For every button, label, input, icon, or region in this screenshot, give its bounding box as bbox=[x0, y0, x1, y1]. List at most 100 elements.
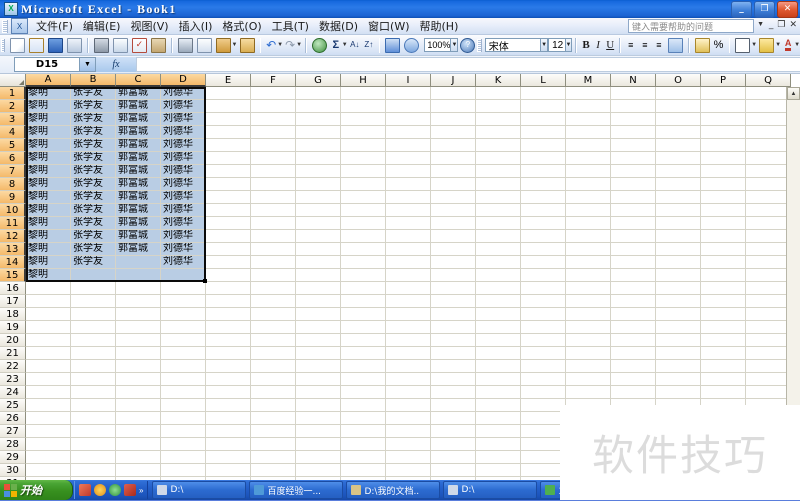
column-header-p[interactable]: P bbox=[701, 74, 746, 87]
cell-L2[interactable] bbox=[521, 100, 566, 113]
column-header-b[interactable]: B bbox=[71, 74, 116, 87]
column-header-k[interactable]: K bbox=[476, 74, 521, 87]
cell-F17[interactable] bbox=[251, 295, 296, 308]
cell-Q9[interactable] bbox=[746, 191, 791, 204]
cell-M22[interactable] bbox=[566, 360, 611, 373]
cell-G5[interactable] bbox=[296, 139, 341, 152]
cell-C21[interactable] bbox=[116, 347, 161, 360]
cell-J13[interactable] bbox=[431, 243, 476, 256]
cell-J24[interactable] bbox=[431, 386, 476, 399]
cell-D11[interactable]: 刘德华 bbox=[161, 217, 206, 230]
row-header-9[interactable]: 9 bbox=[0, 191, 26, 204]
insert-function-icon[interactable]: fx bbox=[96, 57, 136, 72]
cell-H1[interactable] bbox=[341, 87, 386, 100]
scroll-up-button[interactable]: ▲ bbox=[787, 87, 800, 100]
cell-C10[interactable]: 郭富城 bbox=[116, 204, 161, 217]
cell-H26[interactable] bbox=[341, 412, 386, 425]
cell-I19[interactable] bbox=[386, 321, 431, 334]
cell-A6[interactable]: 黎明 bbox=[26, 152, 71, 165]
media-player-icon[interactable] bbox=[94, 484, 106, 496]
cell-N12[interactable] bbox=[611, 230, 656, 243]
cell-N21[interactable] bbox=[611, 347, 656, 360]
cell-O19[interactable] bbox=[656, 321, 701, 334]
column-header-q[interactable]: Q bbox=[746, 74, 791, 87]
cell-D6[interactable]: 刘德华 bbox=[161, 152, 206, 165]
cell-E1[interactable] bbox=[206, 87, 251, 100]
cell-D29[interactable] bbox=[161, 451, 206, 464]
borders-icon[interactable] bbox=[734, 36, 751, 55]
cell-M13[interactable] bbox=[566, 243, 611, 256]
cell-B23[interactable] bbox=[71, 373, 116, 386]
cell-K4[interactable] bbox=[476, 126, 521, 139]
cell-M15[interactable] bbox=[566, 269, 611, 282]
cell-P13[interactable] bbox=[701, 243, 746, 256]
cell-E13[interactable] bbox=[206, 243, 251, 256]
cell-K10[interactable] bbox=[476, 204, 521, 217]
cell-L12[interactable] bbox=[521, 230, 566, 243]
cell-H20[interactable] bbox=[341, 334, 386, 347]
cell-E3[interactable] bbox=[206, 113, 251, 126]
cell-K27[interactable] bbox=[476, 425, 521, 438]
cell-A1[interactable]: 黎明 bbox=[26, 87, 71, 100]
cell-P23[interactable] bbox=[701, 373, 746, 386]
cell-E29[interactable] bbox=[206, 451, 251, 464]
standard-toolbar-gripper[interactable] bbox=[1, 38, 6, 52]
cell-H15[interactable] bbox=[341, 269, 386, 282]
cell-N2[interactable] bbox=[611, 100, 656, 113]
cell-F6[interactable] bbox=[251, 152, 296, 165]
cell-D20[interactable] bbox=[161, 334, 206, 347]
show-desktop-icon[interactable] bbox=[79, 484, 91, 496]
cell-K11[interactable] bbox=[476, 217, 521, 230]
cell-I27[interactable] bbox=[386, 425, 431, 438]
cell-G14[interactable] bbox=[296, 256, 341, 269]
cell-D12[interactable]: 刘德华 bbox=[161, 230, 206, 243]
cell-F2[interactable] bbox=[251, 100, 296, 113]
cell-I1[interactable] bbox=[386, 87, 431, 100]
cell-K30[interactable] bbox=[476, 464, 521, 477]
cell-N5[interactable] bbox=[611, 139, 656, 152]
cell-J20[interactable] bbox=[431, 334, 476, 347]
cell-A11[interactable]: 黎明 bbox=[26, 217, 71, 230]
cell-I18[interactable] bbox=[386, 308, 431, 321]
cell-K13[interactable] bbox=[476, 243, 521, 256]
cell-E17[interactable] bbox=[206, 295, 251, 308]
help-icon[interactable]: ? bbox=[459, 36, 476, 55]
cell-C16[interactable] bbox=[116, 282, 161, 295]
cell-G18[interactable] bbox=[296, 308, 341, 321]
cell-J28[interactable] bbox=[431, 438, 476, 451]
cell-D23[interactable] bbox=[161, 373, 206, 386]
cell-F25[interactable] bbox=[251, 399, 296, 412]
cell-D27[interactable] bbox=[161, 425, 206, 438]
cell-E15[interactable] bbox=[206, 269, 251, 282]
underline-button[interactable]: U bbox=[605, 37, 615, 53]
menu-item-insert[interactable]: 插入(I) bbox=[174, 17, 218, 35]
cell-F26[interactable] bbox=[251, 412, 296, 425]
cut-icon[interactable] bbox=[177, 36, 194, 55]
cell-P21[interactable] bbox=[701, 347, 746, 360]
menu-item-edit[interactable]: 编辑(E) bbox=[78, 17, 126, 35]
cell-C19[interactable] bbox=[116, 321, 161, 334]
cell-A5[interactable]: 黎明 bbox=[26, 139, 71, 152]
cell-P19[interactable] bbox=[701, 321, 746, 334]
cell-C2[interactable]: 郭富城 bbox=[116, 100, 161, 113]
cell-O7[interactable] bbox=[656, 165, 701, 178]
cell-F14[interactable] bbox=[251, 256, 296, 269]
cell-J18[interactable] bbox=[431, 308, 476, 321]
row-header-30[interactable]: 30 bbox=[0, 464, 26, 477]
cell-J17[interactable] bbox=[431, 295, 476, 308]
cell-B14[interactable]: 张学友 bbox=[71, 256, 116, 269]
cell-J3[interactable] bbox=[431, 113, 476, 126]
cell-E24[interactable] bbox=[206, 386, 251, 399]
cell-B30[interactable] bbox=[71, 464, 116, 477]
cell-J7[interactable] bbox=[431, 165, 476, 178]
column-header-f[interactable]: F bbox=[251, 74, 296, 87]
cell-K8[interactable] bbox=[476, 178, 521, 191]
cell-I30[interactable] bbox=[386, 464, 431, 477]
cell-I20[interactable] bbox=[386, 334, 431, 347]
cell-G26[interactable] bbox=[296, 412, 341, 425]
cell-I24[interactable] bbox=[386, 386, 431, 399]
start-button[interactable]: 开始 bbox=[0, 480, 73, 500]
cell-L1[interactable] bbox=[521, 87, 566, 100]
cell-F20[interactable] bbox=[251, 334, 296, 347]
cell-O12[interactable] bbox=[656, 230, 701, 243]
